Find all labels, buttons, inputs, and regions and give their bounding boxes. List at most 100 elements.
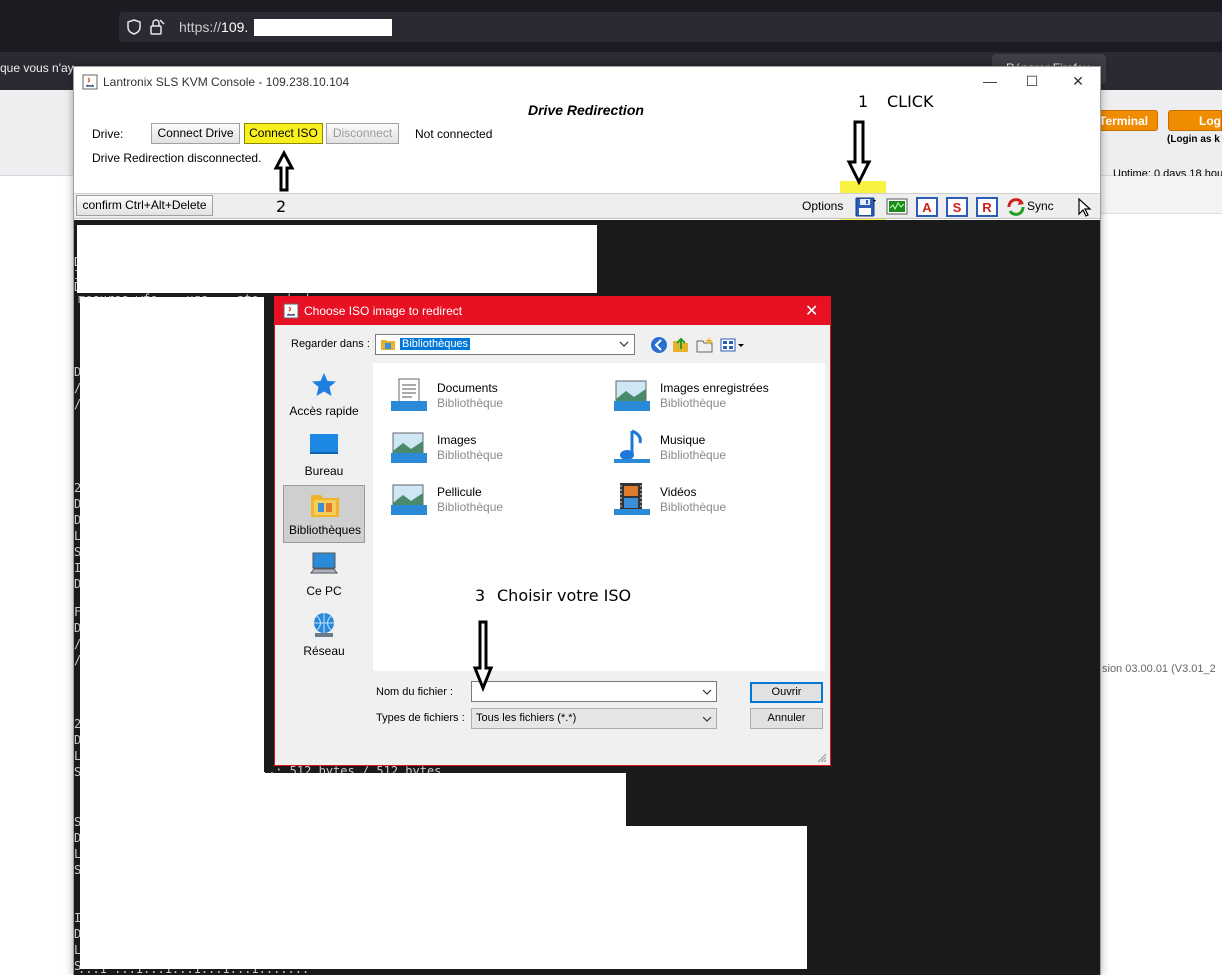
chevron-down-icon[interactable] xyxy=(702,687,712,697)
login-hint: (Login as k xyxy=(1167,134,1220,145)
notification-text: que vous n'ay xyxy=(0,61,74,75)
redaction-block xyxy=(80,297,265,773)
mouse-pointer-icon[interactable] xyxy=(1074,197,1094,217)
minimize-icon[interactable]: — xyxy=(980,71,1000,91)
saved-pictures-icon xyxy=(614,380,650,411)
redaction-block xyxy=(80,773,626,826)
file-item-camera-roll[interactable]: Pellicule Bibliothèque xyxy=(377,475,597,521)
arrow-up-icon xyxy=(273,150,295,192)
redaction-block xyxy=(77,225,597,293)
place-label: Réseau xyxy=(303,644,345,658)
sync-icon[interactable] xyxy=(1005,197,1027,217)
place-label: Accès rapide xyxy=(289,404,359,418)
kvm-toolbar: confirm Ctrl+Alt+Delete Options A S R Sy… xyxy=(74,193,1100,219)
place-quick-access[interactable]: Accès rapide xyxy=(283,367,365,425)
java-icon xyxy=(283,303,299,319)
file-name: Musique xyxy=(660,433,706,447)
pictures-icon xyxy=(391,432,427,463)
dialog-title: Choose ISO image to redirect xyxy=(304,304,463,318)
file-subtitle: Bibliothèque xyxy=(437,500,504,514)
key-s-letter: S xyxy=(953,200,962,215)
look-in-label: Regarder dans : xyxy=(291,338,370,350)
resize-grip-icon[interactable] xyxy=(817,753,827,763)
cancel-button[interactable]: Annuler xyxy=(750,708,823,729)
file-name: Documents xyxy=(437,381,498,395)
ctrl-alt-delete-button[interactable]: confirm Ctrl+Alt+Delete xyxy=(76,195,213,216)
file-list-pane[interactable]: Documents Bibliothèque Images enregistré… xyxy=(373,363,825,671)
videos-icon xyxy=(614,483,650,515)
place-libraries[interactable]: Bibliothèques xyxy=(283,485,365,543)
place-this-pc[interactable]: Ce PC xyxy=(283,547,365,605)
file-name: Images enregistrées xyxy=(660,381,769,395)
browser-toolbar: https://109. xyxy=(0,0,1222,52)
sync-label[interactable]: Sync xyxy=(1027,199,1054,213)
file-item-documents[interactable]: Documents Bibliothèque xyxy=(377,371,597,417)
step-1-label: CLICK xyxy=(887,92,934,111)
place-desktop[interactable]: Bureau xyxy=(283,427,365,485)
filename-input[interactable] xyxy=(471,681,717,702)
java-icon xyxy=(82,74,98,90)
filename-label: Nom du fichier : xyxy=(376,686,454,698)
maximize-icon[interactable]: ☐ xyxy=(1022,71,1042,91)
chevron-down-icon xyxy=(619,341,629,347)
key-r-letter: R xyxy=(982,200,992,215)
key-r-icon[interactable]: R xyxy=(975,197,999,217)
connection-status: Not connected xyxy=(415,127,493,141)
documents-icon xyxy=(391,378,427,411)
new-folder-icon[interactable] xyxy=(695,335,715,355)
file-subtitle: Bibliothèque xyxy=(437,448,504,462)
key-a-icon[interactable]: A xyxy=(915,197,939,217)
key-a-letter: A xyxy=(922,200,932,215)
file-subtitle: Bibliothèque xyxy=(660,396,727,410)
libraries-folder-icon xyxy=(381,340,395,350)
desktop-icon xyxy=(310,434,338,454)
arrow-down-icon xyxy=(846,120,872,186)
dialog-titlebar[interactable]: Choose ISO image to redirect ✕ xyxy=(275,297,830,325)
step-3-label: Choisir votre ISO xyxy=(497,586,632,605)
close-icon[interactable]: ✕ xyxy=(1068,71,1088,91)
file-item-music[interactable]: Musique Bibliothèque xyxy=(600,423,820,469)
url-host: 109. xyxy=(221,19,249,35)
key-s-icon[interactable]: S xyxy=(945,197,969,217)
up-folder-icon[interactable] xyxy=(671,335,691,355)
places-bar: Accès rapide Bureau Bibliothèques Ce PC … xyxy=(281,363,367,751)
url-text[interactable]: https://109. xyxy=(179,19,248,35)
camera-roll-icon xyxy=(391,484,427,515)
url-bar[interactable]: https://109. xyxy=(119,12,1222,42)
options-label[interactable]: Options xyxy=(802,199,843,213)
close-icon[interactable]: ✕ xyxy=(805,301,818,321)
monitor-graph-icon[interactable] xyxy=(885,197,909,217)
file-subtitle: Bibliothèque xyxy=(660,500,727,514)
file-item-saved-pictures[interactable]: Images enregistrées Bibliothèque xyxy=(600,371,820,417)
look-in-value: Bibliothèques xyxy=(400,338,471,350)
chevron-down-icon xyxy=(702,716,712,722)
page-strip xyxy=(1101,176,1222,214)
filetype-value: Tous les fichiers (*.*) xyxy=(476,712,577,724)
connect-iso-button[interactable]: Connect ISO xyxy=(244,123,323,144)
lock-icon[interactable] xyxy=(149,18,165,36)
floppy-disk-icon[interactable] xyxy=(853,197,877,217)
open-button[interactable]: Ouvrir xyxy=(750,682,823,703)
file-item-videos[interactable]: Vidéos Bibliothèque xyxy=(600,475,820,521)
step-2-number: 2 xyxy=(276,197,287,216)
filetype-combo[interactable]: Tous les fichiers (*.*) xyxy=(471,708,717,729)
shield-icon[interactable] xyxy=(127,19,141,35)
look-in-combo[interactable]: Bibliothèques xyxy=(375,334,635,355)
view-menu-icon[interactable] xyxy=(719,335,747,355)
file-subtitle: Bibliothèque xyxy=(660,448,727,462)
back-icon[interactable] xyxy=(649,335,669,355)
place-label: Bibliothèques xyxy=(288,523,362,537)
redaction-block xyxy=(80,826,807,969)
file-item-pictures[interactable]: Images Bibliothèque xyxy=(377,423,597,469)
status-message: Drive Redirection disconnected. xyxy=(92,151,262,165)
disconnect-button[interactable]: Disconnect xyxy=(326,123,399,144)
connect-drive-button[interactable]: Connect Drive xyxy=(151,123,240,144)
file-subtitle: Bibliothèque xyxy=(437,396,504,410)
computer-icon xyxy=(310,552,338,574)
kvm-titlebar[interactable]: Lantronix SLS KVM Console - 109.238.10.1… xyxy=(74,67,1100,97)
step-1-number: 1 xyxy=(858,92,869,111)
place-network[interactable]: Réseau xyxy=(283,607,365,665)
login-button[interactable]: Login xyxy=(1168,110,1222,131)
network-icon xyxy=(314,613,334,637)
url-redaction xyxy=(254,19,392,36)
